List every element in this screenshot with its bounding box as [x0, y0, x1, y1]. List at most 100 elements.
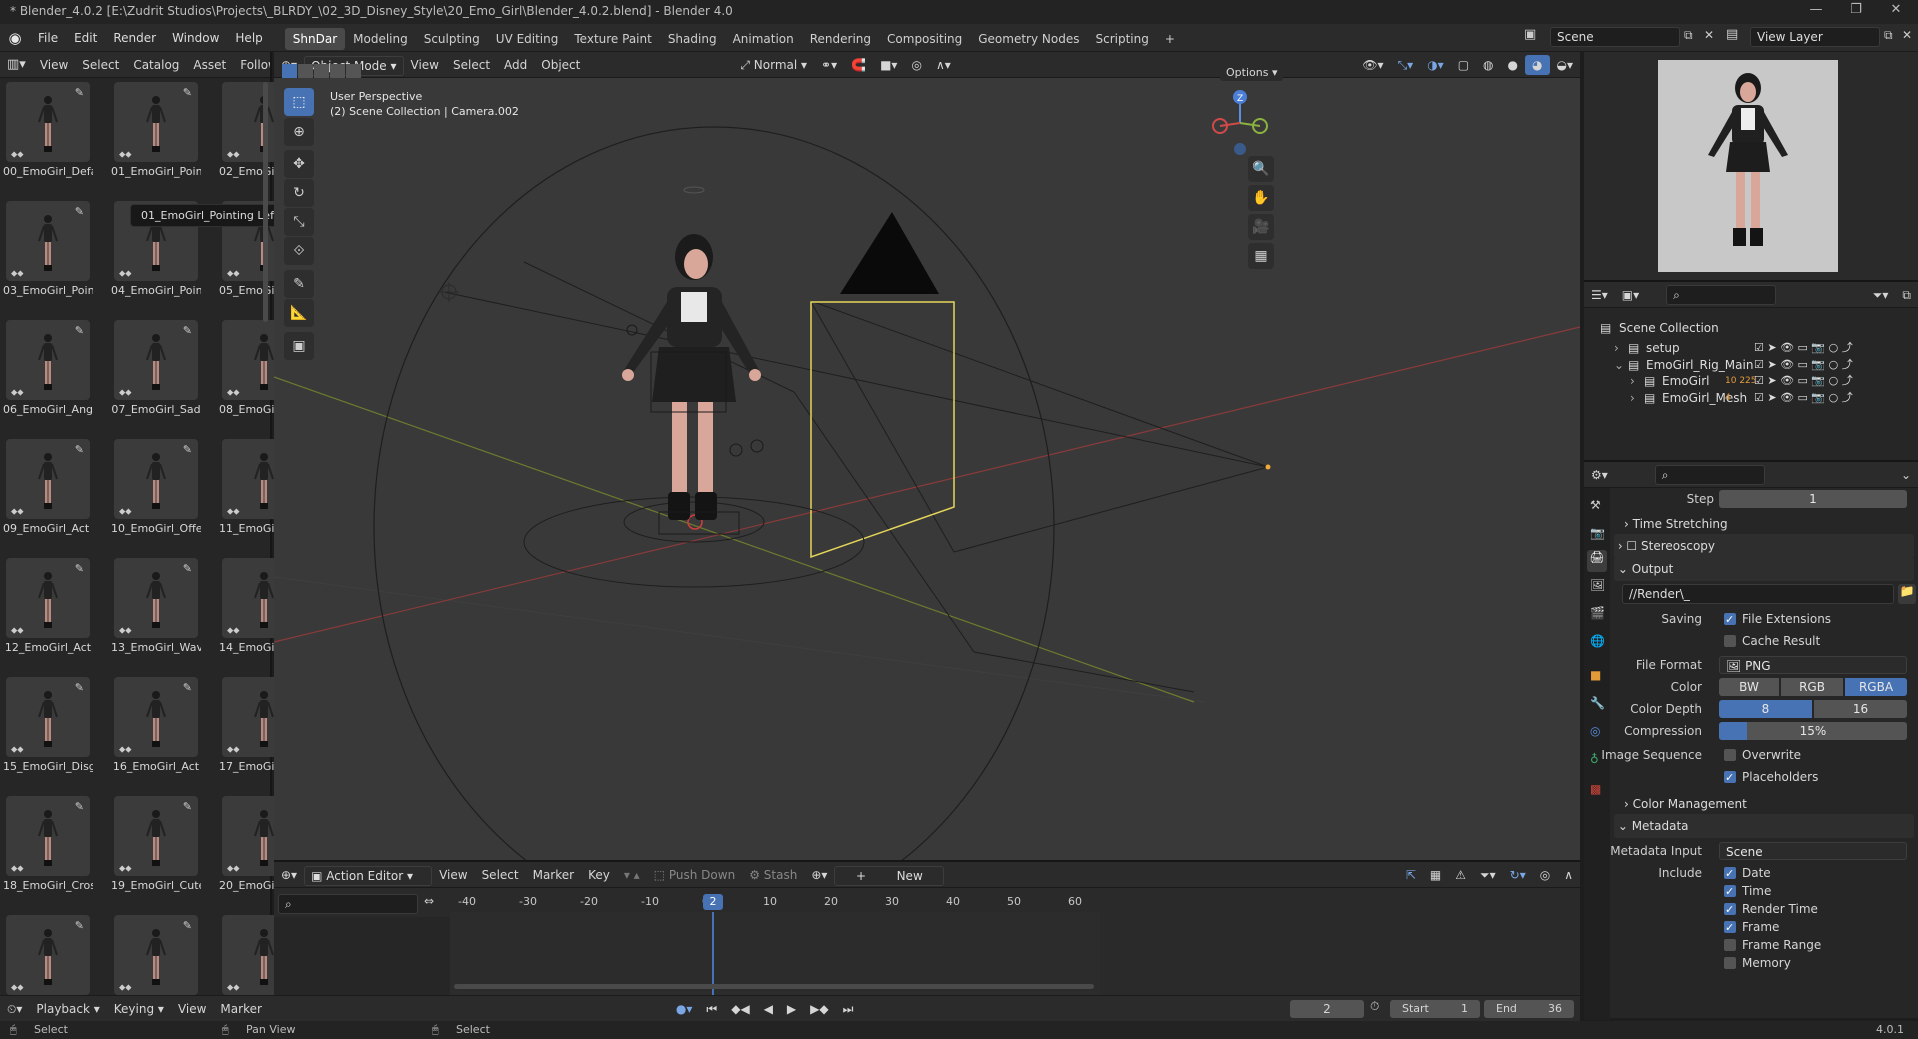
- asset-thumbnail[interactable]: ✎ ⬥⬥: [6, 320, 90, 400]
- render-tab-icon[interactable]: 📷: [1590, 526, 1605, 540]
- color-depth-16-button[interactable]: 16: [1814, 700, 1907, 718]
- current-frame-field[interactable]: 2: [1290, 1000, 1364, 1018]
- asset-menu-view[interactable]: View: [33, 52, 75, 78]
- scale-tool[interactable]: ⤡: [284, 208, 314, 236]
- select-subtract-icon[interactable]: [314, 64, 329, 78]
- 3d-viewport[interactable]: ⊕▾ Object Mode ▾ View Select Add Object …: [274, 52, 1580, 860]
- include-checkbox[interactable]: [1724, 899, 1736, 921]
- select-extend-icon[interactable]: [298, 64, 313, 78]
- menu-edit[interactable]: Edit: [66, 24, 105, 52]
- edit-asset-icon[interactable]: ✎: [75, 324, 84, 337]
- pan-hand-icon[interactable]: ✋: [1248, 185, 1274, 211]
- view-layer-icon[interactable]: ▤: [1726, 27, 1738, 42]
- rotate-tool[interactable]: ↻: [284, 179, 314, 207]
- edit-asset-icon[interactable]: ✎: [183, 800, 192, 813]
- new-scene-icon[interactable]: ⧉: [1684, 28, 1693, 43]
- add-cube-tool[interactable]: ▣: [284, 332, 314, 360]
- delete-view-layer-icon[interactable]: ✕: [1902, 28, 1912, 42]
- swap-icon[interactable]: ⇔: [424, 894, 444, 914]
- playback-menu[interactable]: Playback ▾: [29, 996, 106, 1022]
- play-reverse-icon[interactable]: ◀: [757, 996, 780, 1022]
- tab-scripting[interactable]: Scripting: [1087, 28, 1156, 50]
- asset-thumbnail[interactable]: ✎ ⬥⬥: [6, 796, 90, 876]
- outliner-filter-icon[interactable]: ⏷▾: [1866, 282, 1896, 308]
- output-tab-icon[interactable]: 🖨: [1587, 550, 1607, 572]
- outliner-search-field[interactable]: ⌕: [1666, 284, 1777, 305]
- time-stretching-section[interactable]: › Time Stretching: [1624, 512, 1918, 536]
- data-tab-icon[interactable]: ♁: [1590, 752, 1599, 766]
- tab-rendering[interactable]: Rendering: [802, 28, 879, 50]
- stereoscopy-section[interactable]: › ☐ Stereoscopy: [1614, 534, 1914, 558]
- timeline-scrollbar[interactable]: [454, 984, 1094, 989]
- action-menu-view[interactable]: View: [432, 862, 474, 888]
- view-layer-tab-icon[interactable]: 🖼: [1590, 578, 1605, 592]
- timeline-menu-marker[interactable]: Marker: [213, 996, 268, 1022]
- edit-asset-icon[interactable]: ✎: [75, 562, 84, 575]
- modifier-tab-icon[interactable]: 🔧: [1590, 696, 1605, 710]
- tab-sculpting[interactable]: Sculpting: [416, 28, 488, 50]
- clock-icon[interactable]: ⏱: [1370, 999, 1379, 1014]
- perspective-toggle-icon[interactable]: ▦: [1248, 243, 1274, 269]
- compression-slider[interactable]: 15%: [1719, 722, 1907, 740]
- navigation-gizmo[interactable]: Z: [1208, 88, 1268, 158]
- cursor-tool[interactable]: ⊕: [284, 118, 314, 146]
- zoom-icon[interactable]: 🔍: [1248, 156, 1274, 182]
- asset-thumbnail[interactable]: ✎ ⬥⬥: [114, 796, 198, 876]
- channel-search-field[interactable]: ⌕: [278, 894, 418, 914]
- asset-thumbnail[interactable]: ✎ ⬥⬥: [114, 439, 198, 519]
- edit-asset-icon[interactable]: ✎: [75, 681, 84, 694]
- asset-thumbnail[interactable]: ✎ ⬥⬥: [114, 320, 198, 400]
- jump-start-icon[interactable]: ⏮: [699, 996, 724, 1022]
- color-management-section[interactable]: › Color Management: [1624, 792, 1918, 816]
- outliner-editor-type-icon[interactable]: ☰▾: [1584, 282, 1615, 308]
- tab-shading[interactable]: Shading: [660, 28, 725, 50]
- asset-menu-select[interactable]: Select: [75, 52, 126, 78]
- select-intersect-icon[interactable]: [346, 64, 361, 78]
- include-checkbox[interactable]: [1724, 881, 1736, 903]
- asset-thumbnail[interactable]: ✎ ⬥⬥: [114, 558, 198, 638]
- frame-ruler[interactable]: -40-30-20-100102030405060: [450, 892, 1100, 912]
- include-checkbox[interactable]: [1724, 917, 1736, 939]
- close-button[interactable]: ✕: [1876, 2, 1916, 17]
- stash-button[interactable]: ⚙ Stash: [742, 862, 804, 888]
- file-format-dropdown[interactable]: 🖼 PNG: [1719, 656, 1907, 674]
- jump-keyframe-forward-icon[interactable]: ▶◆: [803, 996, 835, 1022]
- menu-render[interactable]: Render: [105, 24, 164, 52]
- asset-thumbnail[interactable]: ✎ ⬥⬥: [6, 677, 90, 757]
- action-menu-marker[interactable]: Marker: [526, 862, 581, 888]
- select-new-icon[interactable]: [282, 64, 297, 78]
- edit-asset-icon[interactable]: ✎: [183, 86, 192, 99]
- falloff-curve-icon[interactable]: ∧: [1557, 862, 1580, 888]
- only-errors-icon[interactable]: ⚠: [1448, 862, 1473, 888]
- placeholders-checkbox[interactable]: [1724, 767, 1736, 789]
- timeline-menu-view[interactable]: View: [171, 996, 213, 1022]
- view-layer-field[interactable]: View Layer: [1750, 27, 1880, 47]
- file-extensions-checkbox[interactable]: [1724, 609, 1736, 631]
- asset-thumbnail[interactable]: ✎ ⬥⬥: [114, 915, 198, 995]
- blender-logo-icon[interactable]: ◉: [0, 29, 30, 47]
- only-selected-icon[interactable]: ⇱: [1399, 862, 1423, 888]
- edit-asset-icon[interactable]: ✎: [183, 919, 192, 932]
- transform-tool[interactable]: ⟐: [284, 237, 314, 265]
- metadata-input-dropdown[interactable]: Scene: [1719, 842, 1907, 860]
- move-tool[interactable]: ✥: [284, 150, 314, 178]
- texture-tab-icon[interactable]: ▩: [1590, 782, 1601, 796]
- push-down-button[interactable]: ⬚ Push Down: [647, 862, 742, 888]
- playhead-frame[interactable]: 2: [703, 894, 723, 910]
- new-view-layer-icon[interactable]: ⧉: [1884, 28, 1893, 43]
- measure-tool[interactable]: 📐: [284, 299, 314, 327]
- asset-thumbnail[interactable]: ✎ ⬥⬥: [6, 558, 90, 638]
- show-hidden-icon[interactable]: ▦: [1423, 862, 1448, 888]
- tab-shndar[interactable]: ShnDar: [284, 28, 346, 50]
- minimize-button[interactable]: —: [1796, 2, 1836, 17]
- display-mode-icon[interactable]: ▣▾: [1615, 282, 1646, 308]
- edit-asset-icon[interactable]: ✎: [75, 443, 84, 456]
- tab-modeling[interactable]: Modeling: [345, 28, 416, 50]
- include-checkbox[interactable]: [1724, 939, 1736, 951]
- tab-geometry-nodes[interactable]: Geometry Nodes: [970, 28, 1087, 50]
- asset-thumbnail[interactable]: ✎ ⬥⬥: [114, 677, 198, 757]
- cache-result-checkbox[interactable]: [1724, 635, 1736, 647]
- scene-tab-icon[interactable]: 🎬: [1590, 606, 1605, 620]
- edit-asset-icon[interactable]: ✎: [75, 205, 84, 218]
- row-toggle-icons[interactable]: ☑ ➤ 👁 ▭ 📷 ○ ⤴: [1754, 388, 1853, 408]
